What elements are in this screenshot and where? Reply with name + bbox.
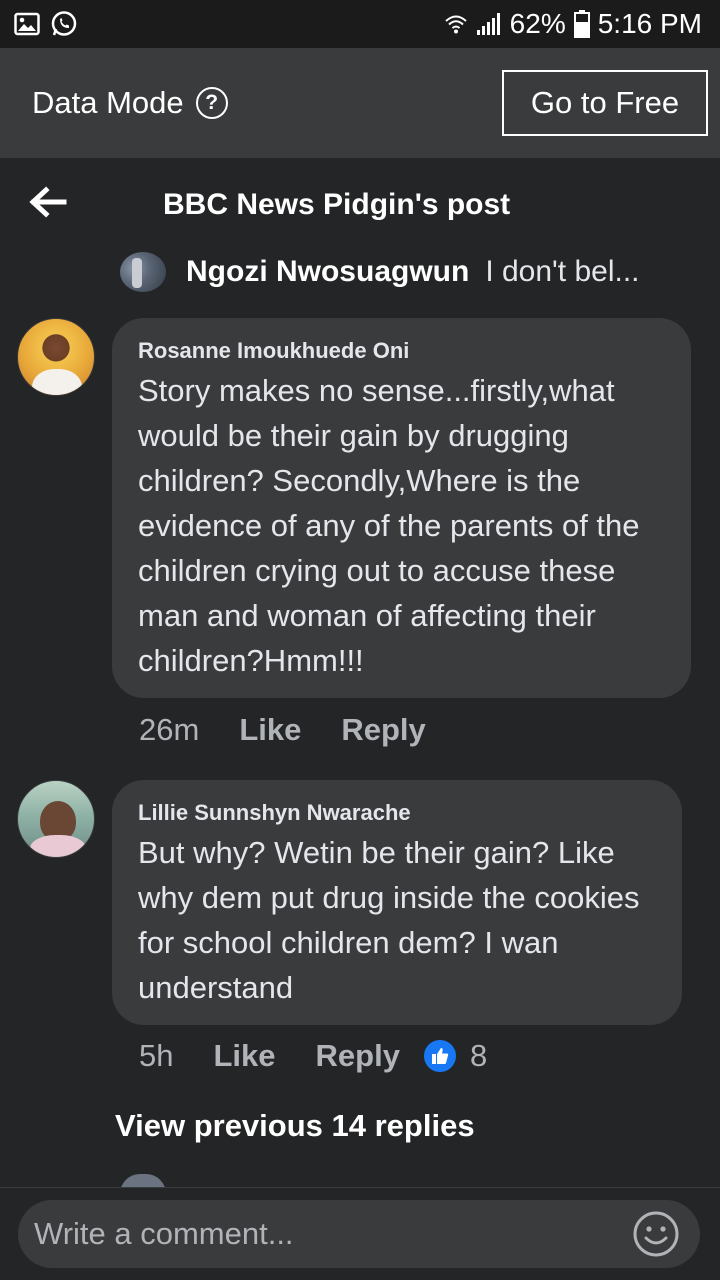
comment-input[interactable]: [34, 1216, 594, 1252]
avatar[interactable]: [17, 318, 95, 396]
status-bar: 62% 5:16 PM: [0, 0, 720, 48]
comment-text: Story makes no sense...firstly,what woul…: [138, 373, 640, 678]
parent-comment-author[interactable]: Ngozi Nwosuagwun: [186, 255, 469, 289]
status-bar-left: [14, 10, 78, 38]
like-button[interactable]: Like: [239, 712, 301, 748]
comment-actions: 5h Like Reply 8: [139, 1038, 487, 1074]
view-previous-replies-link[interactable]: View previous 14 replies: [115, 1108, 475, 1144]
reply-button[interactable]: Reply: [341, 712, 425, 748]
status-bar-right: 62% 5:16 PM: [444, 8, 702, 40]
data-mode-label-group: Data Mode ?: [32, 85, 228, 121]
thumbs-up-icon: [421, 1038, 458, 1074]
clock: 5:16 PM: [597, 8, 702, 39]
parent-comment-text: I don't bel...: [485, 255, 640, 288]
reactions-summary[interactable]: 8: [421, 1038, 488, 1074]
post-header: BBC News Pidgin's post: [0, 168, 720, 244]
back-arrow-icon[interactable]: [26, 182, 70, 222]
avatar[interactable]: [17, 780, 95, 858]
page-title: BBC News Pidgin's post: [163, 188, 511, 221]
wifi-icon: [444, 12, 468, 36]
avatar[interactable]: [120, 252, 166, 292]
comment-composer-bar: [0, 1187, 720, 1280]
gallery-icon: [14, 12, 40, 36]
comment-composer[interactable]: [18, 1200, 700, 1268]
signal-icon: [476, 12, 502, 36]
comment-author[interactable]: Lillie Sunnshyn Nwarache: [138, 800, 656, 826]
whatsapp-icon: [50, 10, 78, 38]
comment-text: But why? Wetin be their gain? Like why d…: [138, 835, 640, 1005]
data-mode-banner: Data Mode ? Go to Free: [0, 48, 720, 158]
battery-icon: [573, 10, 590, 38]
comment-timestamp: 26m: [139, 712, 200, 747]
comment-author[interactable]: Rosanne Imoukhuede Oni: [138, 338, 665, 364]
comment-bubble[interactable]: Rosanne Imoukhuede Oni Story makes no se…: [112, 318, 691, 698]
emoji-icon[interactable]: [632, 1210, 680, 1258]
go-to-free-button[interactable]: Go to Free: [502, 70, 708, 136]
comment-bubble[interactable]: Lillie Sunnshyn Nwarache But why? Wetin …: [112, 780, 682, 1025]
comment-timestamp: 5h: [139, 1038, 174, 1073]
battery-percent: 62%: [509, 8, 566, 39]
data-mode-label: Data Mode: [32, 85, 184, 120]
comment-actions: 26m Like Reply: [139, 712, 448, 748]
help-icon[interactable]: ?: [195, 87, 228, 119]
parent-comment-preview[interactable]: Ngozi Nwosuagwun I don't bel...: [120, 250, 700, 294]
like-button[interactable]: Like: [213, 1038, 275, 1074]
reaction-count: 8: [469, 1038, 488, 1073]
reply-button[interactable]: Reply: [316, 1038, 400, 1074]
